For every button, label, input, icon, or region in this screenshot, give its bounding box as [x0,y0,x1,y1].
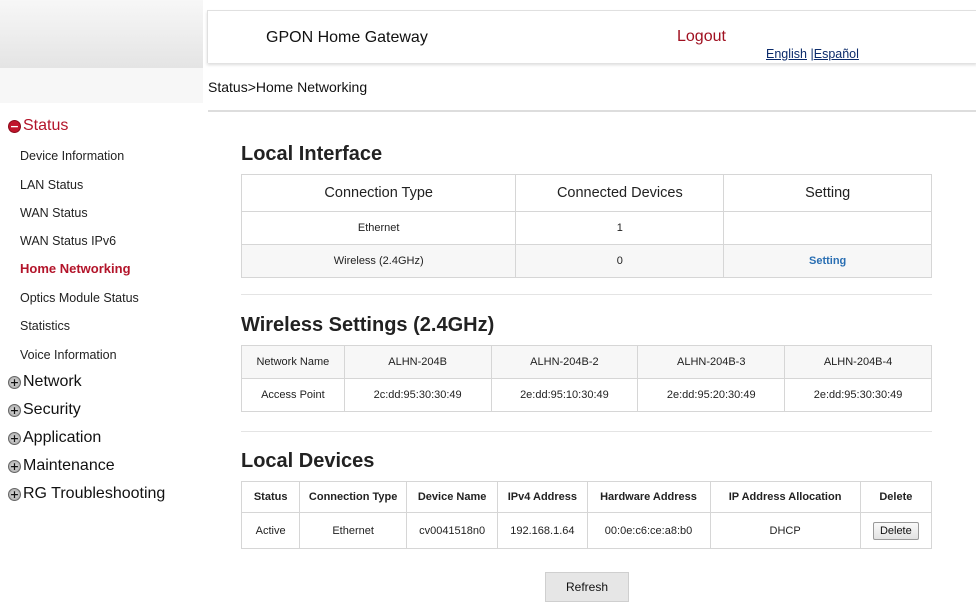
table-row: Active Ethernet cv0041518n0 192.168.1.64… [240,512,933,549]
sidebar-item-home-networking[interactable]: Home Networking [20,261,131,276]
plus-circle-icon: + [8,459,21,473]
column-header: IPv4 Address [497,481,588,513]
sidebar-item-wan-status[interactable]: WAN Status [20,206,88,220]
cell-status: Active [240,512,301,549]
sidebar-section-label: Security [23,401,81,418]
sidebar-item-statistics[interactable]: Statistics [20,319,70,333]
sidebar-section-label: Network [23,373,82,390]
column-header: Delete [859,481,933,513]
column-header: Setting [723,174,932,212]
section-title-wireless-settings: Wireless Settings (2.4GHz) [241,314,495,336]
local-interface-table: Connection Type Connected Devices Settin… [240,174,932,278]
cell-hardware-address: 00:0e:c6:ce:a8:b0 [586,512,711,549]
sidebar-menu: − Status Device Information LAN Status W… [0,103,203,574]
divider [208,110,976,112]
wireless-setting-link[interactable]: Setting [809,255,846,267]
sidebar-item-device-information[interactable]: Device Information [20,149,124,163]
divider [241,431,932,432]
logout-link[interactable]: Logout [677,28,726,46]
language-english-link[interactable]: English [766,47,807,61]
sidebar-logo-area [0,0,203,68]
table-row: Network Name ALHN-204B ALHN-204B-2 ALHN-… [241,345,932,379]
sidebar-section-network[interactable]: + Network [8,373,82,391]
cell-delete: Delete [859,512,933,549]
refresh-button[interactable]: Refresh [545,572,629,602]
plus-circle-icon: + [8,431,21,445]
sidebar-item-voice-information[interactable]: Voice Information [20,348,117,362]
column-header: Status [240,481,301,513]
cell-access-point: 2e:dd:95:30:30:49 [784,378,932,412]
cell-ipv4-address: 192.168.1.64 [497,512,588,549]
sidebar-section-label: RG Troubleshooting [23,485,166,502]
app-title: GPON Home Gateway [266,29,428,46]
sidebar-item-wan-status-ipv6[interactable]: WAN Status IPv6 [20,234,116,248]
cell-ip-allocation: DHCP [709,512,861,549]
delete-device-button[interactable]: Delete [872,521,919,540]
header-bar: GPON Home Gateway Logout English |Españo… [207,10,976,63]
column-header: Device Name [405,481,499,513]
table-header-row: Status Connection Type Device Name IPv4 … [240,481,933,513]
cell-device-name: cv0041518n0 [405,512,499,549]
sidebar-section-security[interactable]: + Security [8,401,81,419]
sidebar-section-label: Application [23,429,102,446]
cell-setting [723,211,932,245]
cell-access-point: 2e:dd:95:10:30:49 [490,378,639,412]
section-title-local-interface: Local Interface [241,143,383,165]
language-spanish-link[interactable]: Español [814,47,859,61]
sidebar-section-label: Maintenance [23,457,115,474]
cell-setting: Setting [723,244,932,278]
table-row: Wireless (2.4GHz) 0 Setting [240,244,932,278]
table-header-row: Connection Type Connected Devices Settin… [240,174,932,212]
row-label: Access Point [241,378,345,412]
language-separator: | [807,47,814,61]
column-header: Connected Devices [515,174,725,212]
cell-network-name: ALHN-204B-2 [490,345,639,379]
local-devices-table: Status Connection Type Device Name IPv4 … [240,481,933,549]
row-label: Network Name [241,345,345,379]
cell-connection-type: Ethernet [240,211,517,245]
table-row: Ethernet 1 [240,211,932,245]
column-header: IP Address Allocation [709,481,861,513]
section-title-local-devices: Local Devices [241,450,375,472]
cell-network-name: ALHN-204B-4 [784,345,932,379]
wireless-settings-table: Network Name ALHN-204B ALHN-204B-2 ALHN-… [241,345,932,412]
column-header: Hardware Address [586,481,711,513]
plus-circle-icon: + [8,487,21,501]
sidebar-section-label: Status [23,117,69,134]
sidebar-section-rg-troubleshooting[interactable]: + RG Troubleshooting [8,485,165,503]
cell-connection-type: Wireless (2.4GHz) [240,244,517,278]
cell-connected-devices: 0 [515,244,725,278]
sidebar-item-optics-module-status[interactable]: Optics Module Status [20,291,139,305]
sidebar-section-status[interactable]: − Status [8,117,68,135]
sidebar-section-application[interactable]: + Application [8,429,101,447]
column-header: Connection Type [299,481,407,513]
table-row: Access Point 2c:dd:95:30:30:49 2e:dd:95:… [241,378,932,412]
sidebar-item-lan-status[interactable]: LAN Status [20,178,83,192]
plus-circle-icon: + [8,403,21,417]
minus-circle-icon: − [8,119,21,133]
plus-circle-icon: + [8,375,21,389]
cell-connected-devices: 1 [515,211,725,245]
breadcrumb: Status>Home Networking [208,79,368,95]
cell-network-name: ALHN-204B-3 [637,345,786,379]
language-switcher: English |Español [766,47,859,61]
cell-access-point: 2c:dd:95:30:30:49 [343,378,492,412]
divider [241,294,932,295]
cell-access-point: 2e:dd:95:20:30:49 [637,378,786,412]
sidebar-section-maintenance[interactable]: + Maintenance [8,457,115,475]
cell-network-name: ALHN-204B [343,345,492,379]
cell-connection-type: Ethernet [299,512,407,549]
column-header: Connection Type [240,174,517,212]
